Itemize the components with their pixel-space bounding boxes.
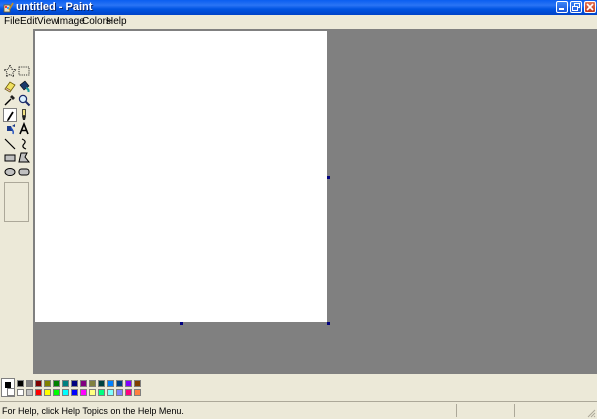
color-box xyxy=(0,374,597,401)
rect-select-icon xyxy=(18,66,30,76)
palette-swatch[interactable] xyxy=(98,380,105,387)
current-colors-indicator[interactable] xyxy=(1,378,15,397)
palette-swatch[interactable] xyxy=(116,389,123,396)
rectangle-tool[interactable] xyxy=(3,151,17,165)
palette-swatch[interactable] xyxy=(107,389,114,396)
paint-app-icon xyxy=(3,2,14,13)
menu-view[interactable]: View xyxy=(37,16,59,28)
curve-tool[interactable] xyxy=(17,137,31,151)
menu-edit[interactable]: Edit xyxy=(20,16,37,28)
star-select-icon xyxy=(3,64,17,78)
palette-swatch[interactable] xyxy=(80,380,87,387)
polygon-tool[interactable] xyxy=(17,151,31,165)
palette-swatch[interactable] xyxy=(71,380,78,387)
brush-icon xyxy=(22,109,26,120)
palette-swatch[interactable] xyxy=(116,380,123,387)
free-form-select-tool[interactable] xyxy=(3,64,17,78)
select-tool[interactable] xyxy=(17,64,31,78)
drawing-workspace xyxy=(33,29,597,374)
maximize-button[interactable] xyxy=(570,1,582,13)
title-bar[interactable]: untitled - Paint xyxy=(0,0,597,15)
minimize-icon xyxy=(559,8,564,10)
minimize-button[interactable] xyxy=(556,1,568,13)
palette-swatch[interactable] xyxy=(35,389,42,396)
line-tool[interactable] xyxy=(3,137,17,151)
status-text: For Help, click Help Topics on the Help … xyxy=(2,406,184,416)
magnifier-tool[interactable] xyxy=(17,93,31,107)
tool-box xyxy=(0,29,33,374)
eraser-tool[interactable] xyxy=(3,79,17,93)
restore-icon xyxy=(572,3,580,11)
eyedropper-icon xyxy=(4,95,15,106)
text-icon xyxy=(19,122,29,135)
palette-swatch[interactable] xyxy=(26,389,33,396)
resize-handle-bottom[interactable] xyxy=(180,322,183,325)
pencil-icon xyxy=(7,111,14,122)
resize-handle-corner[interactable] xyxy=(327,322,330,325)
resize-grip-icon[interactable] xyxy=(586,408,596,418)
palette-swatch[interactable] xyxy=(62,380,69,387)
fill-tool[interactable] xyxy=(17,79,31,93)
text-tool[interactable] xyxy=(17,122,31,136)
palette-swatch[interactable] xyxy=(134,380,141,387)
palette-swatch[interactable] xyxy=(62,389,69,396)
polygon-icon xyxy=(18,152,31,163)
close-button[interactable] xyxy=(584,1,596,13)
menu-help[interactable]: Help xyxy=(106,16,127,28)
status-pane-position xyxy=(456,404,515,417)
palette-swatch[interactable] xyxy=(53,380,60,387)
palette-swatch[interactable] xyxy=(125,380,132,387)
palette-swatch[interactable] xyxy=(80,389,87,396)
ellipse-tool[interactable] xyxy=(3,165,17,179)
paint-bucket-icon xyxy=(19,80,30,93)
palette-swatch[interactable] xyxy=(134,389,141,396)
line-icon xyxy=(4,138,16,150)
airbrush-tool[interactable] xyxy=(3,122,17,136)
palette-swatch[interactable] xyxy=(89,380,96,387)
eraser-icon xyxy=(4,81,16,93)
rounded-rectangle-icon xyxy=(18,168,30,176)
background-color-swatch xyxy=(7,388,15,396)
menu-bar: File Edit View Image Colors Help xyxy=(0,15,597,29)
pick-color-tool[interactable] xyxy=(3,93,17,107)
magnifier-icon xyxy=(18,94,31,107)
pencil-tool[interactable] xyxy=(3,108,17,122)
resize-handle-right[interactable] xyxy=(327,176,330,179)
palette-swatch[interactable] xyxy=(44,380,51,387)
curve-icon xyxy=(21,138,27,150)
rounded-rectangle-tool[interactable] xyxy=(17,165,31,179)
palette-swatch[interactable] xyxy=(26,380,33,387)
palette-swatch[interactable] xyxy=(98,389,105,396)
menu-image[interactable]: Image xyxy=(57,16,85,28)
rectangle-icon xyxy=(4,154,16,162)
palette-swatch[interactable] xyxy=(17,389,24,396)
airbrush-icon xyxy=(7,124,15,135)
window-title: untitled - Paint xyxy=(16,1,93,13)
palette-swatch[interactable] xyxy=(71,389,78,396)
palette-swatch[interactable] xyxy=(44,389,51,396)
menu-file[interactable]: File xyxy=(4,16,20,28)
tool-options-box[interactable] xyxy=(4,182,29,222)
palette-swatch[interactable] xyxy=(125,389,132,396)
brush-tool[interactable] xyxy=(17,108,31,122)
ellipse-icon xyxy=(4,168,16,176)
palette-swatch[interactable] xyxy=(107,380,114,387)
close-icon xyxy=(586,3,594,11)
palette-swatch[interactable] xyxy=(17,380,24,387)
status-bar: For Help, click Help Topics on the Help … xyxy=(0,401,597,419)
status-pane-size xyxy=(514,404,585,417)
palette-swatch[interactable] xyxy=(35,380,42,387)
palette-swatch[interactable] xyxy=(89,389,96,396)
drawing-canvas[interactable] xyxy=(35,31,327,322)
palette-swatch[interactable] xyxy=(53,389,60,396)
